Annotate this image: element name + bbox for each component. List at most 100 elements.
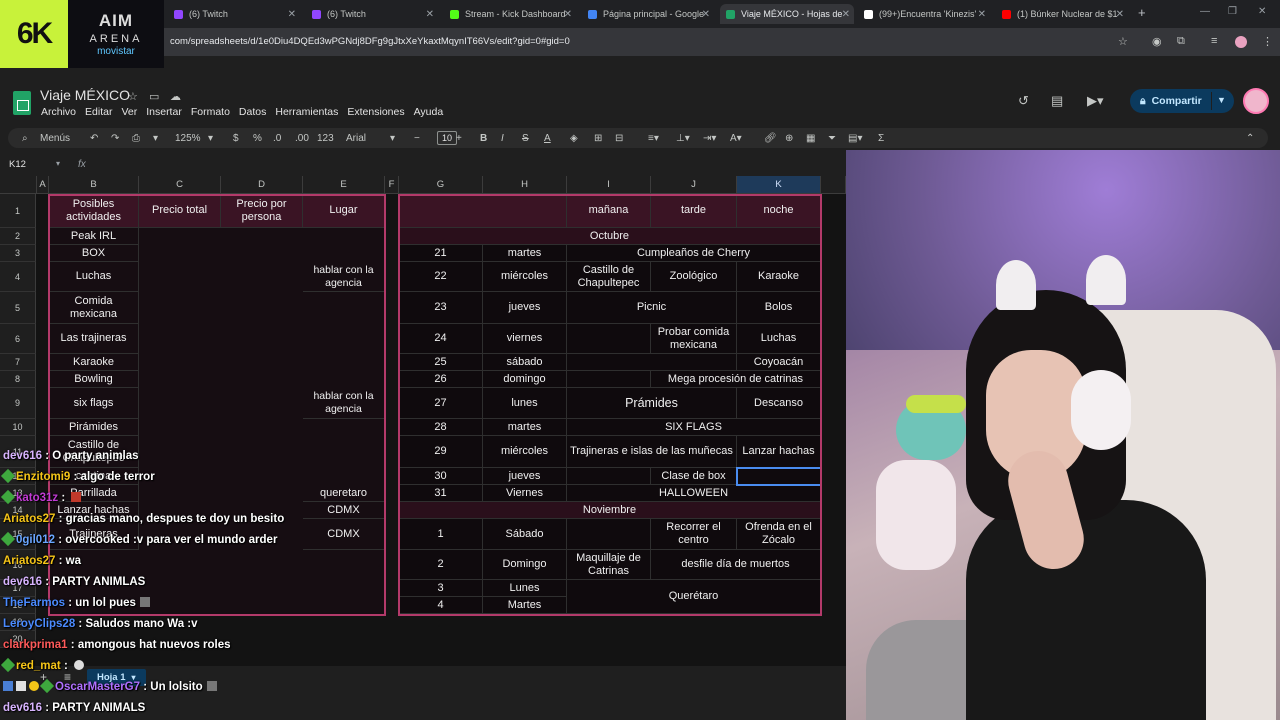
url-field[interactable]: com/spreadsheets/d/1e0Diu4DQEd3wPGNdj8DF… — [170, 36, 570, 47]
close-icon[interactable]: ✕ — [288, 9, 296, 20]
share-button[interactable]: 🔒︎ Compartir ▼ — [1130, 89, 1234, 113]
month-octubre[interactable]: Octubre — [399, 228, 821, 245]
browser-tab-tiktok[interactable]: (99+)Encuentra 'Kinezis' ✕ — [858, 4, 990, 24]
plan-cell[interactable]: Ofrenda en el Zócalo — [737, 519, 821, 550]
day-number[interactable]: 23 — [399, 292, 483, 324]
plan-cell[interactable]: Descanso — [737, 388, 821, 419]
print-icon[interactable]: ⎙ — [132, 133, 140, 144]
increase-font-icon[interactable]: + — [456, 133, 462, 144]
zoom-select[interactable]: 125% — [175, 133, 201, 144]
menu-ver[interactable]: Ver — [121, 106, 137, 118]
day-number[interactable]: 27 — [399, 388, 483, 419]
activity-cell[interactable]: six flags — [49, 388, 139, 419]
plan-cell[interactable] — [567, 519, 651, 550]
activity-cell[interactable]: BOX — [49, 245, 139, 262]
menu-extensiones[interactable]: Extensiones — [347, 106, 404, 118]
activity-cell[interactable]: Bowling — [49, 371, 139, 388]
align-horizontal-icon[interactable]: ≡▾ — [648, 133, 659, 144]
day-name[interactable]: miércoles — [483, 262, 567, 292]
plan-cell[interactable] — [567, 468, 651, 485]
activity-cell[interactable]: Comida mexicana — [49, 292, 139, 324]
day-name[interactable]: martes — [483, 419, 567, 436]
paint-format-icon[interactable]: ▾ — [153, 133, 158, 144]
day-name[interactable]: sábado — [483, 354, 567, 371]
day-name[interactable]: Sábado — [483, 519, 567, 550]
account-avatar[interactable] — [1243, 88, 1269, 114]
browser-tab-twitch-2[interactable]: (6) Twitch ✕ — [306, 4, 438, 24]
browser-tab-google[interactable]: Página principal - Google ✕ — [582, 4, 714, 24]
filter-views-icon[interactable]: ▤▾ — [848, 133, 862, 144]
day-number[interactable]: 31 — [399, 485, 483, 502]
redo-icon[interactable]: ↷ — [111, 133, 119, 144]
menu-formato[interactable]: Formato — [191, 106, 230, 118]
column-header-e[interactable]: E — [303, 176, 385, 194]
day-name[interactable]: Lunes — [483, 580, 567, 597]
close-icon[interactable]: ✕ — [1116, 9, 1124, 20]
merge-cells-icon[interactable]: ⊟ — [615, 133, 623, 144]
text-color-icon[interactable]: A — [544, 133, 551, 144]
menu-archivo[interactable]: Archivo — [41, 106, 76, 118]
plan-cell[interactable]: Probar comida mexicana — [651, 324, 737, 354]
close-icon[interactable]: ✕ — [564, 9, 572, 20]
column-header-h[interactable]: H — [483, 176, 567, 194]
row-header[interactable]: 5 — [0, 292, 36, 324]
activity-cell[interactable]: Peak IRL — [49, 228, 139, 245]
menu-ayuda[interactable]: Ayuda — [414, 106, 444, 118]
collapse-toolbar-icon[interactable]: ⌃ — [1246, 133, 1254, 144]
row-header[interactable]: 7 — [0, 354, 36, 371]
row-header[interactable]: 9 — [0, 388, 36, 419]
plan-cell[interactable]: SIX FLAGS — [567, 419, 821, 436]
fill-color-icon[interactable]: ◈ — [570, 133, 578, 144]
plan-cell[interactable]: Picnic — [567, 292, 737, 324]
activity-cell[interactable]: Pirámides — [49, 419, 139, 436]
header-blank[interactable] — [399, 194, 567, 228]
close-icon[interactable]: ✕ — [842, 9, 850, 20]
search-icon[interactable]: ⌕ — [22, 133, 28, 144]
decrease-font-icon[interactable]: − — [414, 133, 420, 144]
increase-decimals-button[interactable]: .00 — [295, 133, 309, 144]
day-name[interactable]: Viernes — [483, 485, 567, 502]
column-header-j[interactable]: J — [651, 176, 737, 194]
browser-tab-youtube[interactable]: (1) Búnker Nuclear de $1 ✕ — [996, 4, 1128, 24]
plan-cell[interactable] — [567, 371, 651, 388]
profile-avatar-icon[interactable] — [1235, 36, 1247, 48]
day-number[interactable]: 22 — [399, 262, 483, 292]
plan-cell[interactable]: Luchas — [737, 324, 821, 354]
activity-cell[interactable]: Las trajineras — [49, 324, 139, 354]
plan-cell[interactable] — [567, 324, 651, 354]
number-format-button[interactable]: 123 — [317, 133, 334, 144]
new-tab-icon[interactable]: + — [1138, 5, 1146, 20]
day-name[interactable]: lunes — [483, 388, 567, 419]
plan-cell[interactable]: Karaoke — [737, 262, 821, 292]
row-header[interactable]: 10 — [0, 419, 36, 436]
column-header-d[interactable]: D — [221, 176, 303, 194]
close-icon[interactable]: ✕ — [702, 9, 710, 20]
document-title[interactable]: Viaje MÉXICO — [40, 87, 130, 103]
plan-cell[interactable]: Coyoacán — [737, 354, 821, 371]
menus-search[interactable]: Menús — [40, 133, 70, 144]
row-header[interactable]: 3 — [0, 245, 36, 262]
plan-cell[interactable]: Lanzar hachas — [737, 436, 821, 468]
lugar-cell[interactable]: hablar con la agencia — [303, 262, 385, 292]
menu-insertar[interactable]: Insertar — [146, 106, 182, 118]
bold-icon[interactable]: B — [480, 133, 487, 144]
menu-datos[interactable]: Datos — [239, 106, 266, 118]
media-icon[interactable]: ≡ — [1211, 35, 1217, 47]
menu-herramientas[interactable]: Herramientas — [275, 106, 338, 118]
column-header-c[interactable]: C — [139, 176, 221, 194]
functions-icon[interactable]: Σ — [878, 133, 884, 144]
strikethrough-icon[interactable]: S — [522, 133, 529, 144]
plan-cell[interactable]: Bolos — [737, 292, 821, 324]
day-number[interactable]: 24 — [399, 324, 483, 354]
maximize-icon[interactable]: ❐ — [1228, 6, 1237, 17]
plan-cell[interactable]: desfile día de muertos — [651, 550, 821, 580]
plan-cell[interactable]: Zoológico — [651, 262, 737, 292]
row-header[interactable]: 6 — [0, 324, 36, 354]
browser-tab-twitch-1[interactable]: (6) Twitch ✕ — [168, 4, 300, 24]
history-icon[interactable]: ↺ — [1018, 93, 1029, 109]
day-number[interactable]: 4 — [399, 597, 483, 614]
plan-cell[interactable]: Maquillaje de Catrinas — [567, 550, 651, 580]
extensions-icon[interactable]: ⧉ — [1177, 35, 1185, 48]
plan-cell[interactable]: Cumpleaños de Cherry — [567, 245, 821, 262]
currency-button[interactable]: $ — [233, 133, 239, 144]
